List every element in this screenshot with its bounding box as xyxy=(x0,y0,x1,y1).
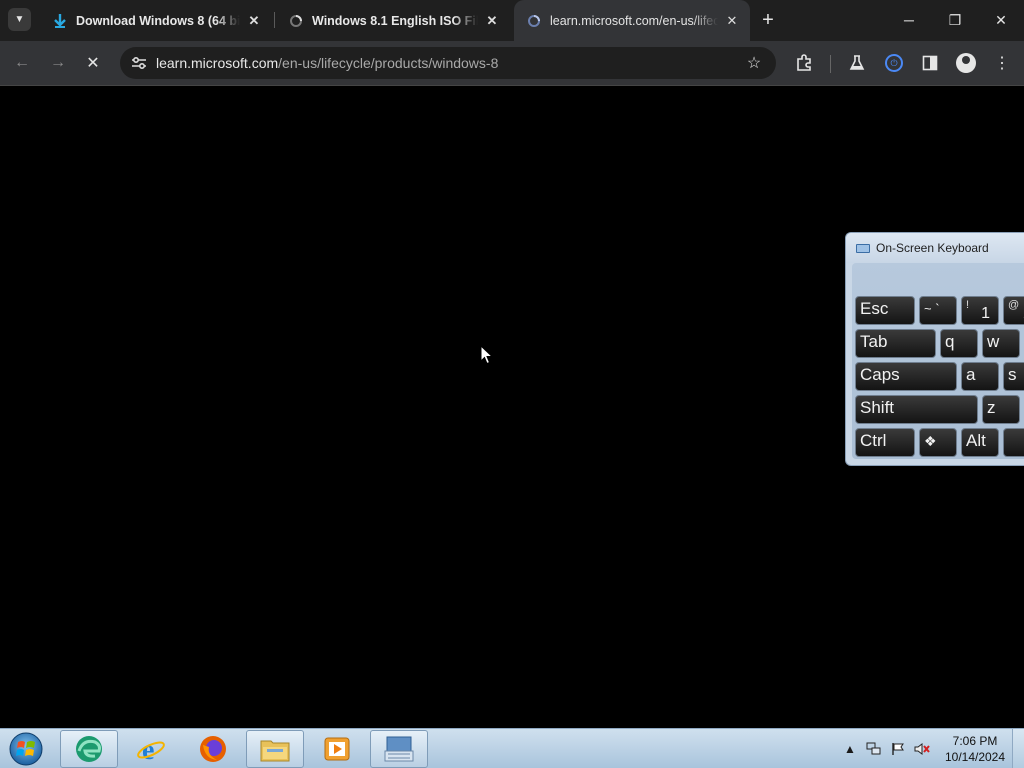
spinner-icon xyxy=(288,13,304,29)
internet-explorer-icon: e xyxy=(137,735,165,765)
address-bar[interactable]: learn.microsoft.com/en-us/lifecycle/prod… xyxy=(120,47,776,79)
clock-time: 7:06 PM xyxy=(952,734,998,748)
menu-kebab-icon[interactable]: ⋮ xyxy=(989,50,1015,76)
side-panel-icon[interactable] xyxy=(917,50,943,76)
browser-tab-strip: ▼ Download Windows 8 (64 bits) ✕ Windows… xyxy=(0,0,1024,41)
osk-keys-area: Esc ~ ` !1 @2 Tab q w Caps a s Shift z C… xyxy=(852,263,1024,459)
close-window-button[interactable]: ✕ xyxy=(978,0,1024,40)
on-screen-keyboard-window[interactable]: On-Screen Keyboard Esc ~ ` !1 @2 Tab q w… xyxy=(845,232,1024,466)
key-alt[interactable]: Alt xyxy=(961,428,999,457)
show-desktop-button[interactable] xyxy=(1012,729,1024,768)
taskbar: e ▲ 7:06 PM 10/14/2024 xyxy=(0,728,1024,768)
taskbar-media-player[interactable] xyxy=(308,730,366,768)
network-icon[interactable] xyxy=(864,729,884,768)
key-esc[interactable]: Esc xyxy=(855,296,915,325)
tab-download-windows-8[interactable]: Download Windows 8 (64 bits) ✕ xyxy=(40,0,272,41)
key-2[interactable]: @2 xyxy=(1003,296,1024,325)
firefox-icon xyxy=(200,736,226,762)
taskbar-internet-explorer[interactable]: e xyxy=(122,730,180,768)
labs-flask-icon[interactable] xyxy=(844,50,870,76)
osk-title-bar[interactable]: On-Screen Keyboard xyxy=(846,233,1024,263)
taskbar-file-explorer[interactable] xyxy=(246,730,304,768)
taskbar-on-screen-keyboard[interactable] xyxy=(370,730,428,768)
tab-title: learn.microsoft.com/en-us/lifecycle xyxy=(550,13,718,28)
extension-badge: ⏻ xyxy=(885,54,903,72)
key-s[interactable]: s xyxy=(1003,362,1024,391)
key-shift-symbol: ! xyxy=(966,299,970,311)
taskbar-firefox[interactable] xyxy=(184,730,242,768)
extension-circle-icon[interactable]: ⏻ xyxy=(881,50,907,76)
forward-button[interactable]: → xyxy=(45,50,71,76)
bookmark-star-icon[interactable]: ☆ xyxy=(744,53,764,73)
key-1[interactable]: ! 1 xyxy=(961,296,999,325)
key-tab[interactable]: Tab xyxy=(855,329,936,358)
svg-text:e: e xyxy=(142,735,154,765)
new-tab-button[interactable]: + xyxy=(756,8,780,32)
key-windows[interactable]: ❖ xyxy=(919,428,957,457)
extensions-puzzle-icon[interactable] xyxy=(791,50,817,76)
key-ctrl[interactable]: Ctrl xyxy=(855,428,915,457)
spinner-icon xyxy=(526,13,542,29)
avatar xyxy=(956,53,976,73)
tab-title: Download Windows 8 (64 bits) xyxy=(76,13,240,28)
close-tab-icon[interactable]: ✕ xyxy=(246,13,262,29)
key-a[interactable]: a xyxy=(961,362,999,391)
file-explorer-icon xyxy=(260,740,290,762)
clock-date: 10/14/2024 xyxy=(944,750,1006,764)
key-z[interactable]: z xyxy=(982,395,1020,424)
mouse-cursor-icon xyxy=(480,345,494,365)
tab-search-button[interactable]: ▼ xyxy=(8,8,31,31)
taskbar-edge[interactable] xyxy=(60,730,118,768)
desktop-screen: ▼ Download Windows 8 (64 bits) ✕ Windows… xyxy=(0,0,1024,768)
url-path: /en-us/lifecycle/products/windows-8 xyxy=(278,55,499,71)
tab-separator xyxy=(274,12,275,28)
close-tab-icon[interactable]: ✕ xyxy=(724,13,740,29)
system-clock[interactable]: 7:06 PM 10/14/2024 xyxy=(940,733,1010,765)
tab-title: Windows 8.1 English ISO File - xyxy=(312,13,478,28)
back-button[interactable]: ← xyxy=(9,50,35,76)
start-orb-icon[interactable] xyxy=(6,731,46,767)
key-shift[interactable]: Shift xyxy=(855,395,978,424)
chevron-down-icon: ▼ xyxy=(14,14,25,25)
volume-muted-icon[interactable] xyxy=(912,729,932,768)
restore-button[interactable]: ❐ xyxy=(932,0,978,40)
tab-learn-microsoft-active[interactable]: learn.microsoft.com/en-us/lifecycle ✕ xyxy=(514,0,750,41)
action-center-flag-icon[interactable] xyxy=(888,729,908,768)
stop-loading-button[interactable]: ✕ xyxy=(80,50,106,76)
media-player-icon xyxy=(324,737,350,761)
url-text: learn.microsoft.com/en-us/lifecycle/prod… xyxy=(156,55,498,71)
download-arrow-icon xyxy=(52,13,68,29)
osk-title: On-Screen Keyboard xyxy=(876,241,989,255)
keyboard-icon xyxy=(856,243,870,253)
key-main-symbol: 1 xyxy=(981,305,990,322)
tab-windows-81-iso[interactable]: Windows 8.1 English ISO File - ✕ xyxy=(276,0,510,41)
show-hidden-icons-button[interactable]: ▲ xyxy=(842,729,858,768)
key-w[interactable]: w xyxy=(982,329,1020,358)
key-q[interactable]: q xyxy=(940,329,978,358)
site-info-icon[interactable] xyxy=(122,47,156,79)
toolbar-separator xyxy=(830,55,831,73)
key-shift-symbol: @ xyxy=(1008,299,1020,311)
minimize-button[interactable]: ─ xyxy=(886,0,932,40)
key-caps[interactable]: Caps xyxy=(855,362,957,391)
profile-avatar-icon[interactable] xyxy=(953,50,979,76)
url-host: learn.microsoft.com xyxy=(156,55,279,71)
on-screen-keyboard-icon xyxy=(384,736,414,762)
key-tilde[interactable]: ~ ` xyxy=(919,296,957,325)
close-tab-icon[interactable]: ✕ xyxy=(484,13,500,29)
browser-toolbar: ← → ✕ learn.microsoft.com/en-us/lifecycl… xyxy=(0,41,1024,86)
edge-icon xyxy=(76,736,102,762)
key-space[interactable] xyxy=(1003,428,1024,457)
